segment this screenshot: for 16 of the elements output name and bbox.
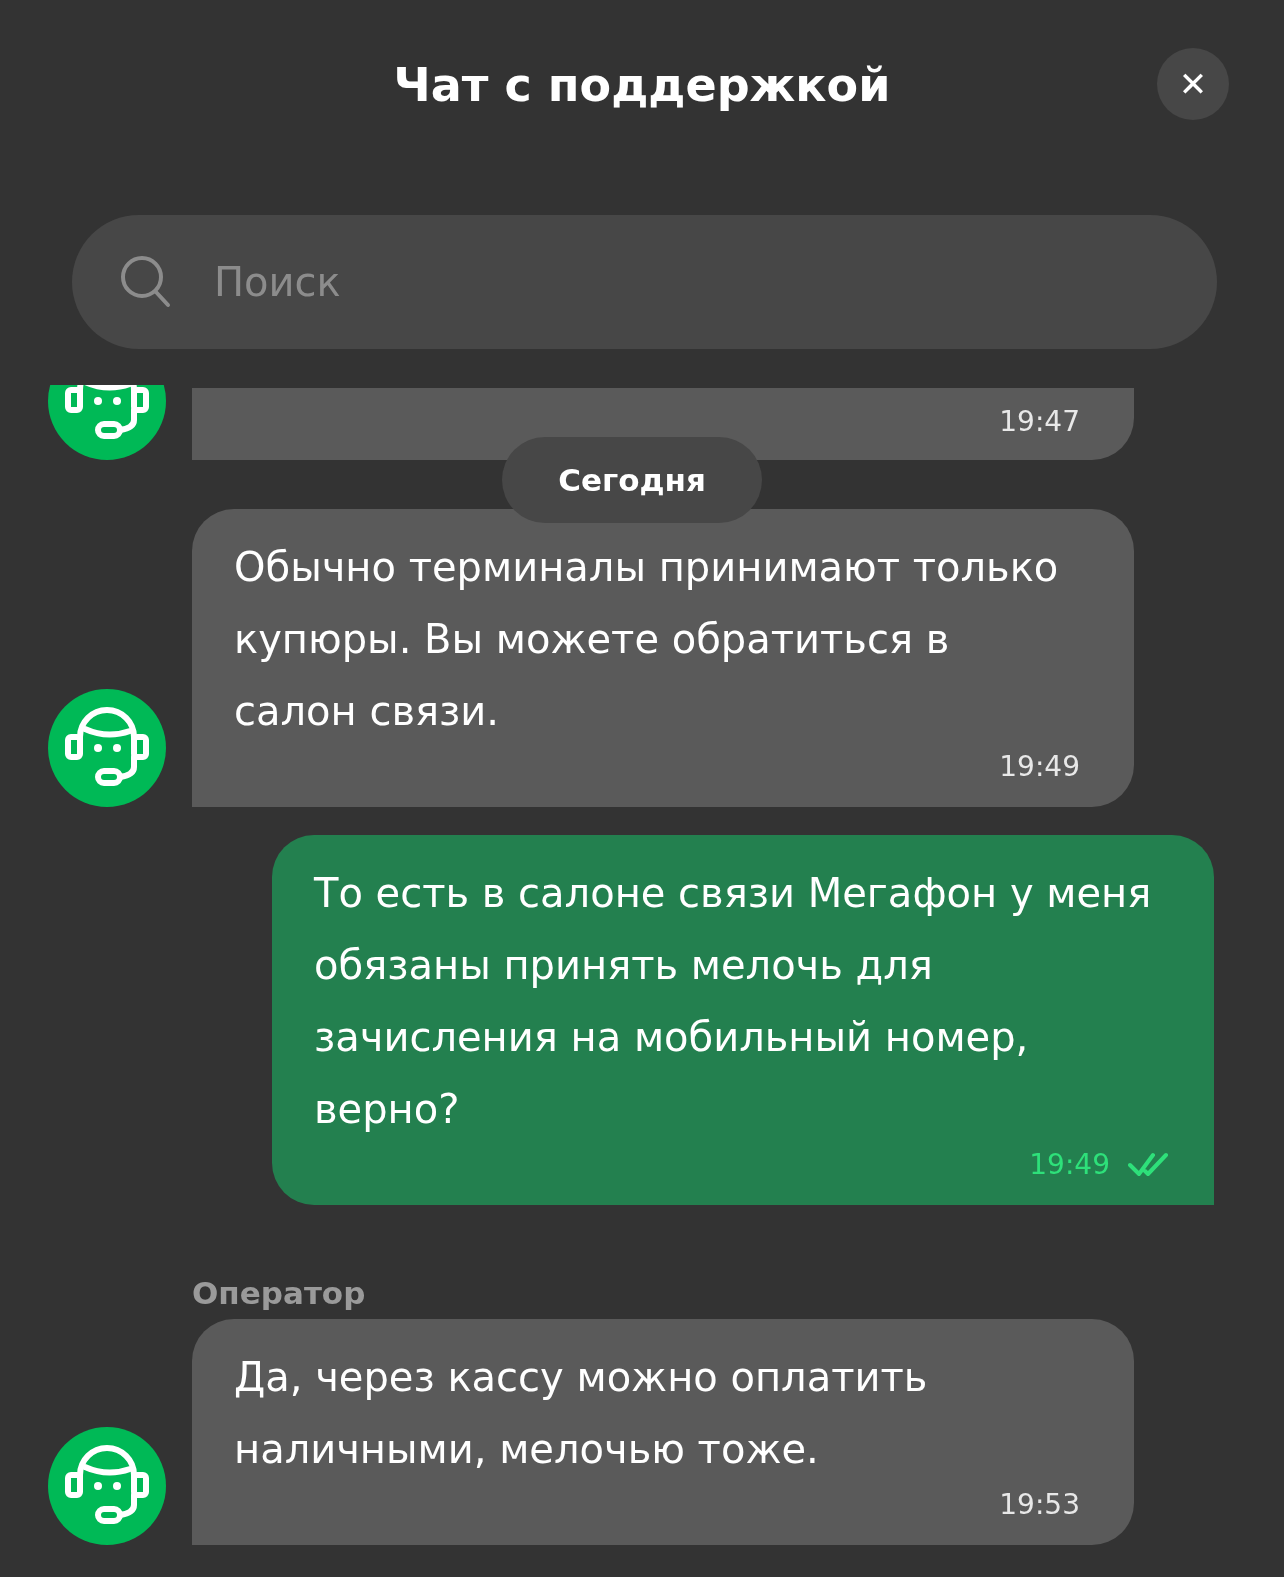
message-text: Обычно терминалы принимают только купюры. Вы можете обратиться в салон связи. [234, 543, 1060, 736]
search-input[interactable]: Поиск [212, 258, 1177, 306]
operator-avatar-icon [48, 1427, 166, 1545]
date-separator: Сегодня [502, 437, 762, 523]
message-text: То есть в салоне связи Мегафон у меня обязаны принять мелочь для зачисления на мобильный номер, верно? [314, 869, 1153, 1134]
sender-name: Оператор [192, 1275, 367, 1311]
close-button[interactable]: ✕ [1157, 48, 1229, 120]
message-time: 19:49 [1029, 1147, 1110, 1183]
message-time: 19:47 [999, 404, 1080, 440]
operator-avatar-icon [48, 689, 166, 807]
window-title: Чат с поддержкой [393, 58, 891, 112]
message-text: Да, через кассу можно оплатить наличными, мелочью тоже. [234, 1353, 929, 1474]
message-time: 19:53 [999, 1487, 1080, 1523]
search-icon [120, 255, 172, 309]
message-time: 19:49 [999, 749, 1080, 785]
search-field[interactable]: Поиск [72, 215, 1217, 349]
